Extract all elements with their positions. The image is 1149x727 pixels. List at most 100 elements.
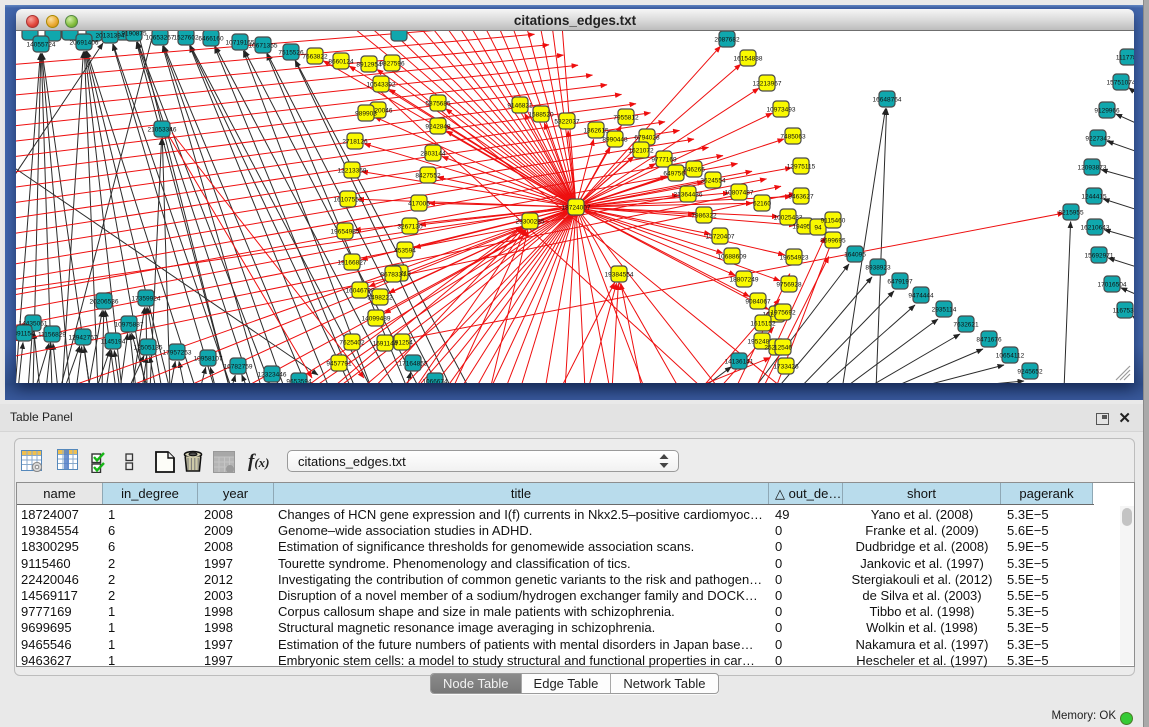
svg-text:17016504: 17016504 <box>1098 282 1127 289</box>
svg-text:18807249: 18807249 <box>730 277 759 284</box>
svg-text:12546: 12546 <box>774 345 792 352</box>
svg-text:17957253: 17957253 <box>163 350 192 357</box>
svg-text:21053346: 21053346 <box>148 127 177 134</box>
svg-text:19384554: 19384554 <box>605 272 634 279</box>
svg-text:16782759: 16782759 <box>224 364 253 371</box>
svg-text:9653594: 9653594 <box>286 379 312 384</box>
svg-text:6479197: 6479197 <box>887 279 913 286</box>
svg-text:7663822: 7663822 <box>302 54 328 61</box>
svg-text:2718126: 2718126 <box>342 139 368 146</box>
svg-text:18724007: 18724007 <box>562 205 591 212</box>
svg-text:8660124: 8660124 <box>328 59 354 66</box>
svg-text:16154838: 16154838 <box>734 56 763 63</box>
svg-text:9463627: 9463627 <box>788 194 814 201</box>
svg-text:16648764: 16648764 <box>873 97 902 104</box>
svg-text:94: 94 <box>814 225 822 232</box>
svg-text:8471676: 8471676 <box>976 337 1002 344</box>
svg-text:1145194: 1145194 <box>101 339 126 346</box>
svg-text:16107552: 16107552 <box>334 197 363 204</box>
svg-text:12213967: 12213967 <box>753 81 782 88</box>
svg-text:7485063: 7485063 <box>780 134 806 141</box>
svg-text:989903: 989903 <box>355 111 377 118</box>
svg-text:3267130: 3267130 <box>397 224 423 231</box>
svg-text:1615152: 1615152 <box>750 321 776 328</box>
svg-text:453594: 453594 <box>394 248 416 255</box>
svg-text:10973493: 10973493 <box>767 107 796 114</box>
svg-text:7625402: 7625402 <box>339 340 365 347</box>
svg-text:11156829: 11156829 <box>38 332 66 339</box>
svg-text:1733426: 1733426 <box>773 364 799 371</box>
svg-text:16210643: 16210643 <box>1081 225 1110 232</box>
svg-text:15751074: 15751074 <box>1107 80 1134 87</box>
svg-text:417006: 417006 <box>408 201 430 208</box>
svg-text:2087682: 2087682 <box>714 37 740 44</box>
svg-text:746266: 746266 <box>683 167 705 174</box>
svg-text:12093873: 12093873 <box>1078 165 1107 172</box>
svg-text:10671355: 10671355 <box>249 43 278 50</box>
svg-text:6466160: 6466160 <box>198 36 224 43</box>
svg-text:7955812: 7955812 <box>613 115 639 122</box>
svg-text:1167534: 1167534 <box>1113 308 1134 315</box>
svg-text:17359924: 17359924 <box>132 296 161 303</box>
svg-text:10975887: 10975887 <box>115 322 144 329</box>
svg-text:391154: 391154 <box>16 331 35 338</box>
svg-text:20691406: 20691406 <box>70 40 99 47</box>
svg-text:9474444: 9474444 <box>908 293 934 300</box>
svg-text:12505135: 12505135 <box>134 345 163 352</box>
svg-text:21364436: 21364436 <box>674 192 703 199</box>
svg-text:9084067: 9084067 <box>745 299 771 306</box>
svg-text:3498222: 3498222 <box>367 295 393 302</box>
svg-text:9827596: 9827596 <box>379 61 405 68</box>
svg-text:1066674: 1066674 <box>422 379 448 384</box>
svg-text:9242848: 9242848 <box>425 124 451 131</box>
svg-text:9457791: 9457791 <box>326 361 352 368</box>
svg-text:8215955: 8215955 <box>1058 210 1084 217</box>
svg-text:10653267: 10653267 <box>146 35 175 42</box>
svg-text:7632621: 7632621 <box>953 322 979 329</box>
svg-text:10688609: 10688609 <box>718 254 747 261</box>
svg-text:5875685: 5875685 <box>425 101 451 108</box>
svg-text:19654923: 19654923 <box>780 255 809 262</box>
svg-text:16046798: 16046798 <box>346 288 375 295</box>
svg-text:29300285: 29300285 <box>516 219 545 226</box>
svg-text:6794028: 6794028 <box>634 135 660 142</box>
svg-text:9245652: 9245652 <box>1017 369 1043 376</box>
svg-text:12323446: 12323446 <box>258 372 287 379</box>
svg-text:14136141: 14136141 <box>725 359 754 366</box>
svg-text:9227342: 9227342 <box>1085 136 1111 143</box>
svg-text:12213369: 12213369 <box>338 168 367 175</box>
svg-text:19654985: 19654985 <box>331 229 360 236</box>
svg-text:1621072: 1621072 <box>628 148 654 155</box>
svg-text:9756928: 9756928 <box>776 282 802 289</box>
svg-text:9190875: 9190875 <box>121 31 147 38</box>
svg-text:8912954: 8912954 <box>356 62 382 69</box>
svg-text:8938923: 8938923 <box>865 265 891 272</box>
svg-text:8427552: 8427552 <box>415 173 441 180</box>
svg-text:9699695: 9699695 <box>820 238 846 245</box>
svg-text:9115460: 9115460 <box>821 218 846 225</box>
svg-text:15692971: 15692971 <box>1085 253 1114 260</box>
svg-text:164095: 164095 <box>844 252 866 259</box>
svg-text:5322037: 5322037 <box>554 119 580 126</box>
svg-text:62160: 62160 <box>753 201 771 208</box>
svg-text:19166827: 19166827 <box>338 260 367 267</box>
svg-text:9129966: 9129966 <box>1094 108 1120 115</box>
svg-text:1691144: 1691144 <box>373 341 398 348</box>
svg-text:10654112: 10654112 <box>996 353 1025 360</box>
svg-text:10958107: 10958107 <box>194 356 223 363</box>
svg-text:9777169: 9777169 <box>651 157 677 164</box>
svg-text:1117784: 1117784 <box>1116 55 1134 62</box>
svg-text:1362615: 1362615 <box>583 128 609 135</box>
svg-text:12942757: 12942757 <box>69 335 98 342</box>
svg-text:1588520: 1588520 <box>528 112 554 119</box>
svg-text:14099489: 14099489 <box>362 316 391 323</box>
svg-text:3624554: 3624554 <box>700 178 726 185</box>
svg-text:20206536: 20206536 <box>90 299 119 306</box>
svg-text:10807487: 10807487 <box>725 190 754 197</box>
svg-text:7515526: 7515526 <box>278 50 304 57</box>
svg-text:8990448: 8990448 <box>602 137 628 144</box>
svg-text:17164855: 17164855 <box>399 361 428 368</box>
svg-text:12975115: 12975115 <box>787 164 816 171</box>
svg-text:9146821: 9146821 <box>507 103 533 110</box>
svg-text:10543392: 10543392 <box>367 82 396 89</box>
